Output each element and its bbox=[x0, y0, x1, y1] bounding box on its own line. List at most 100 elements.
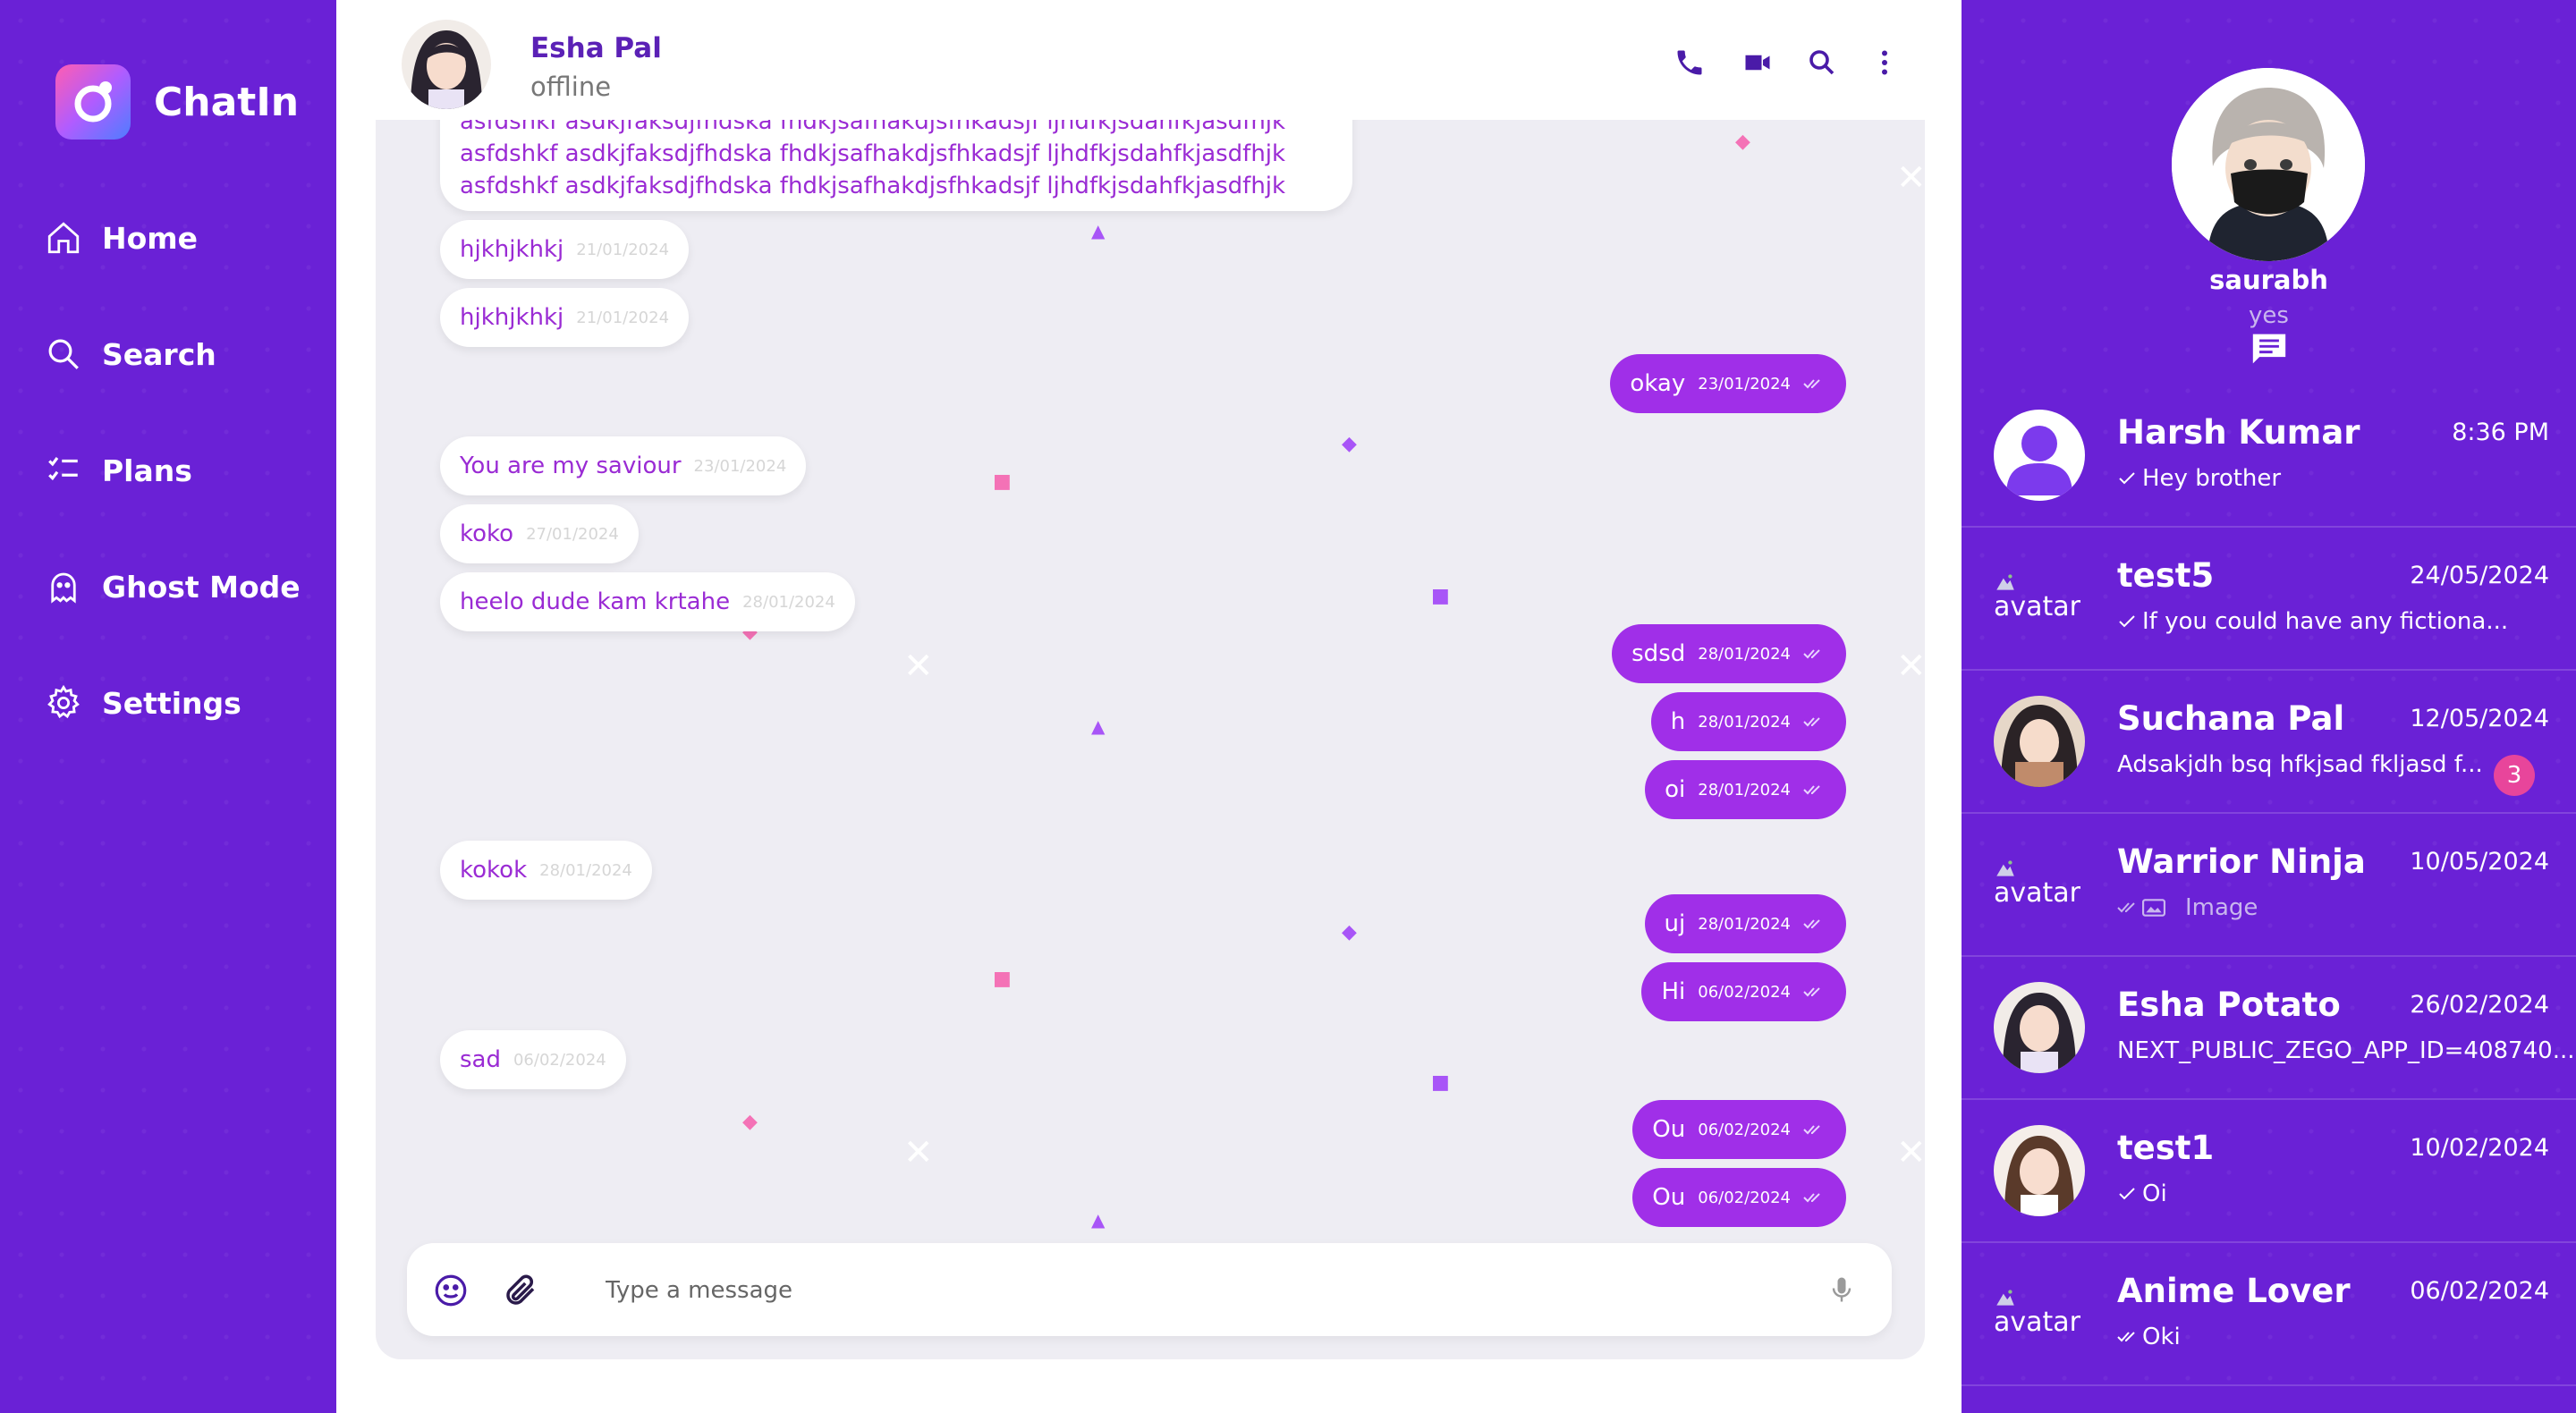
conversation-name: Harsh Kumar bbox=[2117, 413, 2360, 452]
message-time: 06/02/2024 bbox=[1698, 1188, 1791, 1207]
ghost-icon bbox=[51, 572, 76, 604]
doodle-x-icon: ✕ bbox=[1896, 157, 1925, 199]
outgoing-message[interactable]: sdsd 28/01/2024 bbox=[1612, 624, 1846, 683]
message-time: 06/02/2024 bbox=[513, 1050, 606, 1070]
conversation-time: 10/05/2024 bbox=[2410, 848, 2549, 876]
message-time: 21/01/2024 bbox=[576, 240, 670, 259]
incoming-message[interactable]: You are my saviour 23/01/2024 bbox=[440, 436, 807, 495]
nav-item-label: Ghost Mode bbox=[102, 569, 301, 605]
attachment-icon[interactable] bbox=[502, 1272, 539, 1309]
preview-text: If you could have any fictiona... bbox=[2142, 608, 2509, 635]
conversation-item[interactable]: Esha Potato 26/02/2024 NEXT_PUBLIC_ZEGO_AP… bbox=[1962, 955, 2576, 1100]
conversation-item[interactable]: avatar Anime Lover 06/02/2024 Oki bbox=[1962, 1241, 2576, 1386]
message-input[interactable] bbox=[604, 1265, 1770, 1316]
doodle-triangle-icon: ▲ bbox=[1091, 220, 1106, 241]
emoji-icon[interactable] bbox=[432, 1272, 470, 1309]
message-text: uj bbox=[1664, 910, 1686, 937]
conversation-name: Esha Potato bbox=[2117, 986, 2341, 1024]
incoming-message[interactable]: hjkhjkhkj 21/01/2024 bbox=[440, 288, 690, 347]
long-message-bubble[interactable]: asfdshkf asdkjfaksdjfhdska fhdkjsafhakdj… bbox=[440, 120, 1352, 211]
contact-status: offline bbox=[530, 72, 612, 102]
conversation-name: test5 bbox=[2117, 556, 2215, 595]
nav-item-settings[interactable]: Settings bbox=[45, 676, 242, 730]
nav-item-label: Search bbox=[102, 336, 216, 372]
preview-text: NEXT_PUBLIC_ZEGO_APP_ID=408740... bbox=[2117, 1037, 2575, 1064]
phone-icon[interactable] bbox=[1674, 47, 1706, 79]
conversation-item[interactable]: Harsh Kumar 8:36 PM Hey brother bbox=[1962, 383, 2576, 528]
conversation-time: 26/02/2024 bbox=[2410, 991, 2549, 1019]
doodle-x-icon: ✕ bbox=[1896, 1132, 1925, 1173]
outgoing-message[interactable]: uj 28/01/2024 bbox=[1644, 894, 1846, 953]
preview-text: Image bbox=[2185, 894, 2258, 921]
message-text: oi bbox=[1665, 776, 1686, 803]
profile-name: saurabh bbox=[2209, 265, 2328, 295]
message-composer bbox=[407, 1243, 1892, 1336]
incoming-message[interactable]: koko 27/01/2024 bbox=[440, 504, 639, 563]
video-icon[interactable] bbox=[1741, 47, 1774, 79]
nav-item-search[interactable]: Search bbox=[45, 327, 216, 381]
message-time: 28/01/2024 bbox=[1698, 780, 1791, 800]
contact-avatar[interactable] bbox=[402, 20, 491, 109]
conversation-item[interactable]: avatar test5 24/05/2024 If you could have a… bbox=[1962, 526, 2576, 671]
message-time: 28/01/2024 bbox=[539, 860, 632, 880]
incoming-message[interactable]: sad 06/02/2024 bbox=[440, 1030, 626, 1089]
message-text: asfdshkf asdkjfaksdjfhdska fhdkjsafhakdj… bbox=[460, 120, 1286, 135]
search-icon bbox=[48, 339, 79, 369]
double-check-icon bbox=[1803, 785, 1820, 795]
outgoing-message[interactable]: Ou 06/02/2024 bbox=[1632, 1100, 1846, 1159]
avatar-alt-text: avatar bbox=[1994, 591, 2081, 622]
nav-item-ghost-mode[interactable]: Ghost Mode bbox=[45, 560, 301, 613]
doodle-diamond-icon: ◆ bbox=[1735, 131, 1750, 153]
conversation-preview: NEXT_PUBLIC_ZEGO_APP_ID=408740... bbox=[2117, 1037, 2574, 1064]
message-time: 21/01/2024 bbox=[576, 308, 670, 327]
profile-status: yes bbox=[2249, 302, 2289, 329]
doodle-x-icon: ✕ bbox=[903, 1132, 934, 1173]
contact-avatar bbox=[1994, 410, 2085, 501]
double-check-icon bbox=[2117, 902, 2135, 913]
doodle-x-icon: ✕ bbox=[903, 646, 934, 687]
message-time: 28/01/2024 bbox=[742, 592, 835, 612]
outgoing-message[interactable]: Ou 06/02/2024 bbox=[1632, 1168, 1846, 1227]
conversation-item[interactable]: Suchana Pal 12/05/2024 Adsakjdh bsq hfkjsa… bbox=[1962, 669, 2576, 814]
search-icon[interactable] bbox=[1806, 47, 1838, 79]
preview-text: Oi bbox=[2142, 1180, 2167, 1207]
outgoing-message[interactable]: oi 28/01/2024 bbox=[1645, 760, 1846, 819]
incoming-message[interactable]: hjkhjkhkj 21/01/2024 bbox=[440, 220, 690, 279]
profile-avatar[interactable] bbox=[2172, 68, 2365, 261]
contact-avatar bbox=[1994, 982, 2085, 1073]
message-text: h bbox=[1670, 708, 1686, 735]
message-icon[interactable] bbox=[2250, 331, 2289, 367]
check-icon bbox=[2119, 1188, 2135, 1200]
more-vertical-icon[interactable] bbox=[1868, 47, 1901, 79]
nav-item-home[interactable]: Home bbox=[45, 211, 198, 265]
check-icon bbox=[2119, 472, 2135, 485]
incoming-message[interactable]: heelo dude kam krtahe 28/01/2024 bbox=[440, 572, 855, 631]
message-list[interactable]: ▲ ◆ ✕ ◆ ■ ■ ◆ ✕ ✕ ▲ ◆ ■ ■ ◆ ✕ ✕ ▲ asfdsh… bbox=[376, 120, 1925, 1359]
conversation-item[interactable]: test1 10/02/2024 Oi bbox=[1962, 1098, 2576, 1243]
conversation-item[interactable]: avatar Warrior Ninja 10/05/2024 Image bbox=[1962, 812, 2576, 957]
message-text: You are my saviour bbox=[460, 453, 682, 479]
conversation-name: test1 bbox=[2117, 1129, 2215, 1167]
double-check-icon bbox=[1803, 717, 1820, 727]
outgoing-message[interactable]: h 28/01/2024 bbox=[1650, 692, 1846, 751]
conversation-time: 06/02/2024 bbox=[2410, 1277, 2549, 1305]
contact-avatar bbox=[1994, 696, 2085, 787]
double-check-icon bbox=[2117, 1332, 2135, 1342]
conversation-name: Warrior Ninja bbox=[2117, 842, 2366, 881]
double-check-icon bbox=[1803, 649, 1820, 659]
doodle-square-icon: ■ bbox=[1431, 1071, 1450, 1094]
message-text: koko bbox=[460, 520, 514, 547]
double-check-icon bbox=[1803, 1193, 1820, 1203]
outgoing-message[interactable]: Hi 06/02/2024 bbox=[1641, 962, 1846, 1021]
avatar-broken-image-icon: avatar bbox=[1994, 857, 2080, 907]
incoming-message[interactable]: kokok 28/01/2024 bbox=[440, 841, 652, 900]
message-text: hjkhjkhkj bbox=[460, 304, 564, 331]
nav-item-plans[interactable]: Plans bbox=[45, 444, 192, 497]
doodle-square-icon: ■ bbox=[993, 470, 1012, 493]
preview-text: Adsakjdh bsq hfkjsad fkljasd f... bbox=[2117, 751, 2483, 778]
app-name: ChatIn bbox=[154, 79, 300, 125]
microphone-icon[interactable] bbox=[1826, 1273, 1858, 1306]
outgoing-message[interactable]: okay 23/01/2024 bbox=[1610, 354, 1846, 413]
image-icon bbox=[2142, 899, 2165, 917]
message-text: asfdshkf asdkjfaksdjfhdska fhdkjsafhakdj… bbox=[460, 140, 1286, 167]
